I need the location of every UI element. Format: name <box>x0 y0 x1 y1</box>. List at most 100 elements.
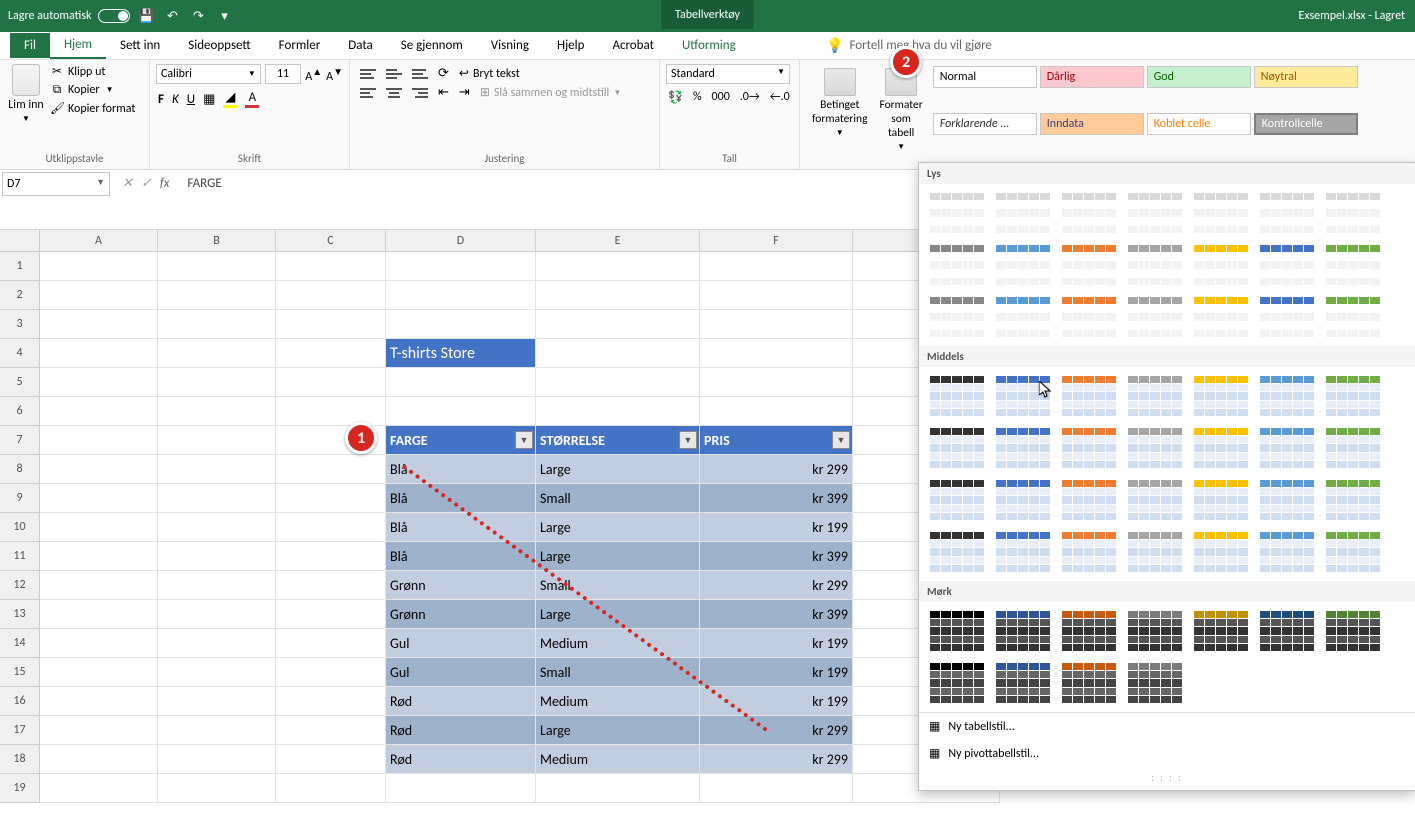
cell[interactable] <box>40 513 158 542</box>
cell[interactable] <box>158 513 276 542</box>
table-style-thumb[interactable] <box>1191 294 1251 340</box>
cell[interactable] <box>158 397 276 426</box>
table-style-thumb[interactable] <box>1323 294 1383 340</box>
cell[interactable] <box>700 397 853 426</box>
style-neutral[interactable]: Nøytral <box>1254 66 1358 88</box>
table-style-thumb[interactable] <box>1323 477 1383 523</box>
decrease-indent-button[interactable]: ⇤ <box>438 85 449 100</box>
border-button[interactable]: ▦ <box>203 92 215 107</box>
cell[interactable] <box>158 368 276 397</box>
tab-formulas[interactable]: Formler <box>265 33 335 58</box>
style-check[interactable]: Kontrollcelle <box>1254 113 1358 135</box>
table-style-thumb[interactable] <box>993 660 1053 706</box>
cell[interactable] <box>536 339 700 368</box>
table-style-thumb[interactable] <box>1257 294 1317 340</box>
row-header-3[interactable]: 3 <box>0 310 40 339</box>
tab-view[interactable]: Visning <box>477 33 543 58</box>
cell[interactable]: kr 299 <box>700 716 853 745</box>
number-format-select[interactable]: Standard▼ <box>666 64 790 84</box>
cell[interactable] <box>700 339 853 368</box>
new-table-style-button[interactable]: ▦Ny tabellstil... <box>919 713 1415 740</box>
cell[interactable] <box>158 542 276 571</box>
tab-help[interactable]: Hjelp <box>543 33 599 58</box>
cell[interactable] <box>158 339 276 368</box>
format-painter-button[interactable]: 🖌Kopier format <box>50 101 135 116</box>
table-style-thumb[interactable] <box>1257 373 1317 419</box>
tab-insert[interactable]: Sett inn <box>106 33 174 58</box>
row-header-9[interactable]: 9 <box>0 484 40 513</box>
new-pivot-style-button[interactable]: ▦Ny pivottabellstil... <box>919 740 1415 767</box>
cell[interactable] <box>158 455 276 484</box>
cell[interactable] <box>276 745 386 774</box>
cell[interactable] <box>40 774 158 803</box>
style-good[interactable]: God <box>1147 66 1251 88</box>
cell[interactable] <box>276 368 386 397</box>
tab-review[interactable]: Se gjennom <box>387 33 477 58</box>
cell[interactable] <box>386 281 536 310</box>
table-style-thumb[interactable] <box>1059 660 1119 706</box>
cell[interactable] <box>40 542 158 571</box>
decrease-decimal-button[interactable]: ←.0 <box>770 90 790 105</box>
cell[interactable] <box>536 397 700 426</box>
cell[interactable] <box>276 542 386 571</box>
table-style-thumb[interactable] <box>993 294 1053 340</box>
cell[interactable] <box>700 281 853 310</box>
row-header-13[interactable]: 13 <box>0 600 40 629</box>
cell[interactable] <box>276 600 386 629</box>
tab-design[interactable]: Utforming <box>668 33 750 58</box>
table-style-thumb[interactable] <box>1125 373 1185 419</box>
cell[interactable] <box>276 484 386 513</box>
cell[interactable] <box>276 513 386 542</box>
col-header-F[interactable]: F <box>700 230 853 252</box>
cell[interactable] <box>40 339 158 368</box>
row-header-10[interactable]: 10 <box>0 513 40 542</box>
cell[interactable]: kr 399 <box>700 542 853 571</box>
table-style-thumb[interactable] <box>993 477 1053 523</box>
col-header-D[interactable]: D <box>386 230 536 252</box>
name-box[interactable]: D7▼ <box>2 172 110 196</box>
cell[interactable] <box>158 745 276 774</box>
cell[interactable]: PRIS▼ <box>700 426 853 455</box>
table-style-thumb[interactable] <box>927 660 987 706</box>
autosave-toggle[interactable]: Lagre automatisk <box>8 9 130 23</box>
cell[interactable] <box>40 252 158 281</box>
undo-icon[interactable]: ↶ <box>164 7 182 25</box>
cell[interactable] <box>276 252 386 281</box>
cut-button[interactable]: ✂Klipp ut <box>50 64 135 79</box>
cell[interactable]: kr 199 <box>700 629 853 658</box>
cell[interactable]: FARGE▼ <box>386 426 536 455</box>
cell[interactable]: kr 299 <box>700 455 853 484</box>
font-size-select[interactable]: 11 <box>265 64 302 84</box>
cell[interactable] <box>386 368 536 397</box>
table-style-thumb[interactable] <box>993 190 1053 236</box>
cell[interactable] <box>158 310 276 339</box>
grow-font-icon[interactable]: A▲ <box>305 65 322 84</box>
table-style-thumb[interactable] <box>927 294 987 340</box>
style-bad[interactable]: Dårlig <box>1040 66 1144 88</box>
cell[interactable] <box>158 629 276 658</box>
increase-indent-button[interactable]: ⇥ <box>459 85 470 100</box>
cell[interactable] <box>40 716 158 745</box>
cell[interactable] <box>40 687 158 716</box>
underline-button[interactable]: U <box>187 92 195 107</box>
format-as-table-button[interactable]: Formater som tabell▼ <box>873 64 928 156</box>
cell[interactable] <box>40 281 158 310</box>
cell[interactable]: kr 199 <box>700 658 853 687</box>
row-header-2[interactable]: 2 <box>0 281 40 310</box>
cell[interactable] <box>386 397 536 426</box>
bold-button[interactable]: F <box>158 92 164 107</box>
table-style-thumb[interactable] <box>1125 294 1185 340</box>
table-style-thumb[interactable] <box>1059 477 1119 523</box>
cell[interactable] <box>536 252 700 281</box>
table-style-thumb[interactable] <box>927 242 987 288</box>
table-style-thumb[interactable] <box>1125 608 1185 654</box>
table-style-thumb[interactable] <box>1191 373 1251 419</box>
cell[interactable] <box>536 368 700 397</box>
table-style-thumb[interactable] <box>1125 425 1185 471</box>
table-style-thumb[interactable] <box>1059 242 1119 288</box>
cell[interactable] <box>276 281 386 310</box>
align-middle-button[interactable] <box>386 69 402 79</box>
table-style-thumb[interactable] <box>1257 242 1317 288</box>
cell[interactable] <box>158 687 276 716</box>
filter-dropdown[interactable]: ▼ <box>515 431 533 449</box>
